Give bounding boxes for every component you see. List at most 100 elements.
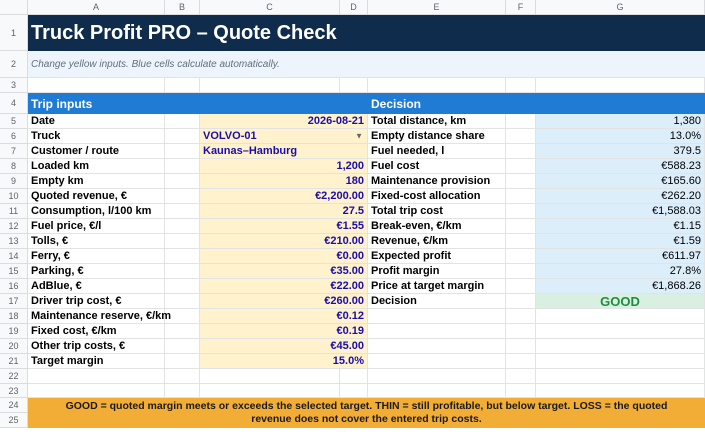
grid-cell[interactable] [536,309,705,324]
row-header-15[interactable]: 15 [0,264,28,279]
row-header-7[interactable]: 7 [0,144,28,159]
input-value[interactable]: €0.12 [200,309,368,324]
input-value[interactable]: €35.00 [200,264,368,279]
decision-value: €1.15 [536,219,705,234]
row-header-18[interactable]: 18 [0,309,28,324]
grid-cell[interactable] [536,324,705,339]
grid-cell[interactable] [506,309,536,324]
grid-cell[interactable] [340,384,368,398]
grid-cell[interactable] [200,369,340,384]
column-header-a[interactable]: A [28,0,165,15]
input-value[interactable]: 27.5 [200,204,368,219]
grid-cell[interactable] [368,369,506,384]
input-label: Ferry, € [28,249,200,264]
input-value[interactable]: 2026-08-21 [200,114,368,129]
column-header-e[interactable]: E [368,0,506,15]
grid-cell[interactable] [165,369,200,384]
row-header-19[interactable]: 19 [0,324,28,339]
input-value[interactable]: €260.00 [200,294,368,309]
row-header-17[interactable]: 17 [0,294,28,309]
grid-cell[interactable] [506,369,536,384]
column-header-b[interactable]: B [165,0,200,15]
grid-cell[interactable] [28,78,165,93]
row-header-2[interactable]: 2 [0,51,28,78]
decision-label: Total trip cost [368,204,536,219]
grid-cell[interactable] [536,369,705,384]
grid-cell[interactable] [506,384,536,398]
grid-cell[interactable] [536,78,705,93]
input-value[interactable]: 15.0% [200,354,368,369]
row-header-11[interactable]: 11 [0,204,28,219]
row-header-13[interactable]: 13 [0,234,28,249]
row-header-21[interactable]: 21 [0,354,28,369]
grid-cell[interactable] [200,384,340,398]
input-value[interactable]: €210.00 [200,234,368,249]
grid-cell[interactable] [165,78,200,93]
input-value[interactable]: €22.00 [200,279,368,294]
input-value[interactable]: €0.19 [200,324,368,339]
grid-cell[interactable] [506,324,536,339]
row-header-10[interactable]: 10 [0,189,28,204]
grid-cell[interactable] [506,354,536,369]
row-header-24[interactable]: 24 [0,398,28,413]
row-header-4[interactable]: 4 [0,93,28,114]
status-badge: GOOD [536,294,705,309]
row-header-5[interactable]: 5 [0,114,28,129]
input-value[interactable]: €45.00 [200,339,368,354]
grid-cell[interactable] [28,384,165,398]
truck-select[interactable]: VOLVO-01 ▼ [200,129,368,144]
row-header-6[interactable]: 6 [0,129,28,144]
row-header-22[interactable]: 22 [0,369,28,384]
select-all-corner[interactable] [0,0,28,15]
grid-cell[interactable] [340,78,368,93]
row-header-16[interactable]: 16 [0,279,28,294]
input-value[interactable]: €2,200.00 [200,189,368,204]
grid-cell[interactable] [368,354,506,369]
input-value[interactable]: €0.00 [200,249,368,264]
dropdown-arrow-icon[interactable]: ▼ [355,132,363,141]
row-header-9[interactable]: 9 [0,174,28,189]
row-header-23[interactable]: 23 [0,384,28,398]
decision-value: €1,588.03 [536,204,705,219]
grid-cell[interactable] [506,339,536,354]
row-header-25[interactable]: 25 [0,413,28,428]
grid-cell[interactable] [368,339,506,354]
row-header-14[interactable]: 14 [0,249,28,264]
grid-cell[interactable] [536,384,705,398]
grid-cell[interactable] [200,78,340,93]
input-label: Driver trip cost, € [28,294,200,309]
column-header-f[interactable]: F [506,0,536,15]
column-header-c[interactable]: C [200,0,340,15]
grid-cell[interactable] [506,78,536,93]
decision-label: Decision [368,294,536,309]
row-header-3[interactable]: 3 [0,78,28,93]
row-header-20[interactable]: 20 [0,339,28,354]
decision-value: €1.59 [536,234,705,249]
input-label: Loaded km [28,159,200,174]
grid-cell[interactable] [28,369,165,384]
grid-cell[interactable] [368,309,506,324]
decision-value: 27.8% [536,264,705,279]
decision-value: 1,380 [536,114,705,129]
grid-cell[interactable] [536,339,705,354]
spreadsheet-grid: ABCDEFGH12345678910111213141516171819202… [0,0,705,435]
column-header-g[interactable]: G [536,0,705,15]
input-label: Fixed cost, €/km [28,324,200,339]
input-label: AdBlue, € [28,279,200,294]
grid-cell[interactable] [340,369,368,384]
input-value[interactable]: 180 [200,174,368,189]
row-header-12[interactable]: 12 [0,219,28,234]
decision-value: €165.60 [536,174,705,189]
input-value[interactable]: 1,200 [200,159,368,174]
grid-cell[interactable] [368,324,506,339]
grid-cell[interactable] [368,384,506,398]
input-value[interactable]: Kaunas–Hamburg [200,144,368,159]
column-header-d[interactable]: D [340,0,368,15]
decision-label: Price at target margin [368,279,536,294]
grid-cell[interactable] [368,78,506,93]
grid-cell[interactable] [536,354,705,369]
row-header-1[interactable]: 1 [0,15,28,51]
row-header-8[interactable]: 8 [0,159,28,174]
input-value[interactable]: €1.55 [200,219,368,234]
grid-cell[interactable] [165,384,200,398]
